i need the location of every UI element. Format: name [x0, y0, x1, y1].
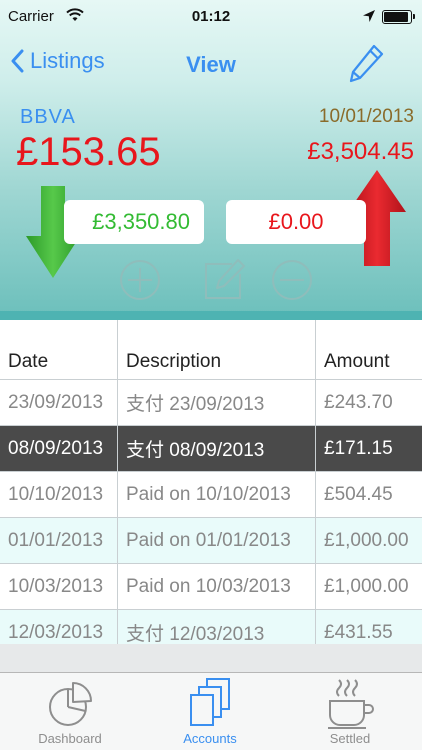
- table-row[interactable]: 10/03/2013 Paid on 10/03/2013 £1,000.00: [0, 564, 422, 610]
- row-description: 支付 08/09/2013: [118, 426, 316, 471]
- divider: [0, 311, 422, 320]
- table-row[interactable]: 10/10/2013 Paid on 10/10/2013 £504.45: [0, 472, 422, 518]
- row-amount: £171.15: [324, 437, 393, 459]
- row-description: Paid on 10/03/2013: [118, 564, 316, 609]
- column-header-amount[interactable]: Amount: [316, 320, 422, 379]
- add-transaction-button[interactable]: [118, 258, 162, 307]
- transactions-table: Date Description Amount 23/09/2013 支付 23…: [0, 320, 422, 656]
- tab-settled[interactable]: Settled: [280, 673, 420, 750]
- battery-icon: [382, 10, 415, 24]
- money-out-amount: £0.00: [226, 200, 366, 244]
- row-description: 支付 23/09/2013: [118, 380, 316, 425]
- edit-transaction-button[interactable]: [202, 258, 246, 307]
- documents-icon: [187, 677, 233, 736]
- navigation-bar: Listings View: [0, 34, 422, 100]
- row-amount: £243.70: [324, 391, 393, 413]
- tab-dashboard-label: Dashboard: [38, 731, 102, 746]
- row-date: 23/09/2013: [0, 380, 118, 425]
- table-header-row: Date Description Amount: [0, 320, 422, 380]
- row-date: 01/01/2013: [0, 518, 118, 563]
- table-row[interactable]: 08/09/2013 支付 08/09/2013 £171.15: [0, 426, 422, 472]
- tab-bar: Dashboard Accounts Settled: [0, 672, 422, 750]
- row-amount: £1,000.00: [324, 575, 409, 597]
- coffee-cup-icon: [325, 677, 375, 736]
- account-date: 10/01/2013: [318, 106, 414, 127]
- table-row[interactable]: 01/01/2013 Paid on 01/01/2013 £1,000.00: [0, 518, 422, 564]
- table-footer-space: [0, 644, 422, 672]
- column-header-description[interactable]: Description: [118, 320, 316, 379]
- row-description: Paid on 10/10/2013: [118, 472, 316, 517]
- money-in-amount: £3,350.80: [64, 200, 204, 244]
- row-date: 08/09/2013: [0, 426, 118, 471]
- row-description: Paid on 01/01/2013: [118, 518, 316, 563]
- tab-dashboard[interactable]: Dashboard: [0, 673, 140, 750]
- tab-accounts-label: Accounts: [183, 731, 237, 746]
- pencil-icon[interactable]: [346, 42, 386, 91]
- row-date: 10/10/2013: [0, 472, 118, 517]
- pie-chart-icon: [44, 677, 96, 734]
- account-balance: £153.65: [16, 130, 161, 174]
- row-amount: £1,000.00: [324, 529, 409, 551]
- tab-settled-label: Settled: [329, 731, 371, 746]
- column-header-date[interactable]: Date: [0, 320, 118, 379]
- status-bar: Carrier 01:12: [0, 0, 422, 34]
- tab-accounts[interactable]: Accounts: [140, 673, 280, 750]
- clock: 01:12: [191, 8, 231, 25]
- table-row[interactable]: 23/09/2013 支付 23/09/2013 £243.70: [0, 380, 422, 426]
- row-date: 10/03/2013: [0, 564, 118, 609]
- location-arrow-icon: [362, 9, 376, 28]
- row-amount: £504.45: [324, 483, 393, 505]
- remove-transaction-button[interactable]: [270, 258, 314, 307]
- account-total: £3,504.45: [307, 138, 414, 165]
- account-name: BBVA: [20, 106, 76, 128]
